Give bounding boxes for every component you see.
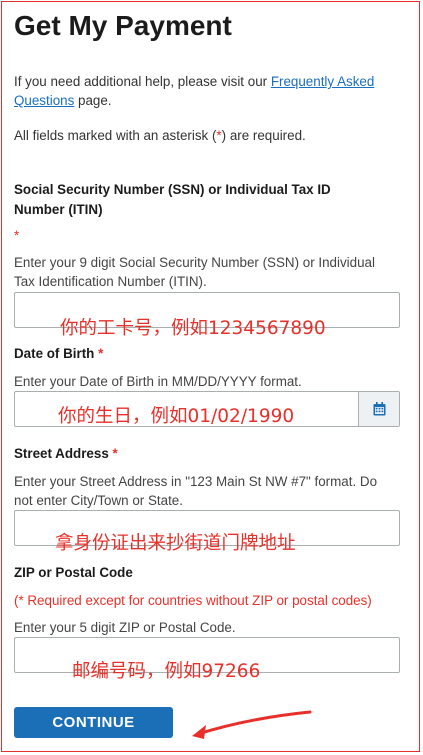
dob-asterisk: * (98, 346, 104, 361)
red-arrow-icon (192, 710, 312, 739)
help-text-suffix: page. (74, 93, 112, 108)
ssn-label: Social Security Number (SSN) or Individu… (14, 182, 331, 217)
required-prefix: All fields marked with an asterisk ( (14, 128, 217, 143)
dob-hint: Enter your Date of Birth in MM/DD/YYYY f… (14, 374, 302, 389)
dob-label: Date of Birth * (14, 344, 384, 364)
calendar-button[interactable] (358, 392, 399, 426)
street-annotation: 拿身份证出来抄街道门牌地址 (55, 533, 296, 554)
ssn-annotation: 你的工卡号，例如1234567890 (60, 318, 326, 339)
street-label-text: Street Address (14, 446, 109, 461)
dob-annotation: 你的生日，例如01/02/1990 (58, 406, 295, 427)
zip-label: ZIP or Postal Code (14, 565, 133, 580)
street-asterisk: * (112, 446, 118, 461)
street-label: Street Address * (14, 444, 384, 464)
required-note: All fields marked with an asterisk (*) a… (14, 126, 399, 145)
calendar-icon (373, 402, 385, 416)
continue-button[interactable]: CONTINUE (14, 707, 173, 738)
zip-required-note: (* Required except for countries without… (14, 593, 372, 608)
help-text: If you need additional help, please visi… (14, 72, 399, 110)
required-suffix: ) are required. (221, 128, 306, 143)
dob-label-text: Date of Birth (14, 346, 95, 361)
ssn-hint: Enter your 9 digit Social Security Numbe… (14, 255, 375, 289)
street-hint: Enter your Street Address in "123 Main S… (14, 474, 378, 508)
zip-annotation: 邮编号码，例如97266 (72, 661, 261, 682)
zip-hint: Enter your 5 digit ZIP or Postal Code. (14, 620, 236, 635)
help-text-prefix: If you need additional help, please visi… (14, 74, 271, 89)
ssn-required-asterisk: * (14, 228, 20, 243)
page-title: Get My Payment (14, 10, 232, 41)
